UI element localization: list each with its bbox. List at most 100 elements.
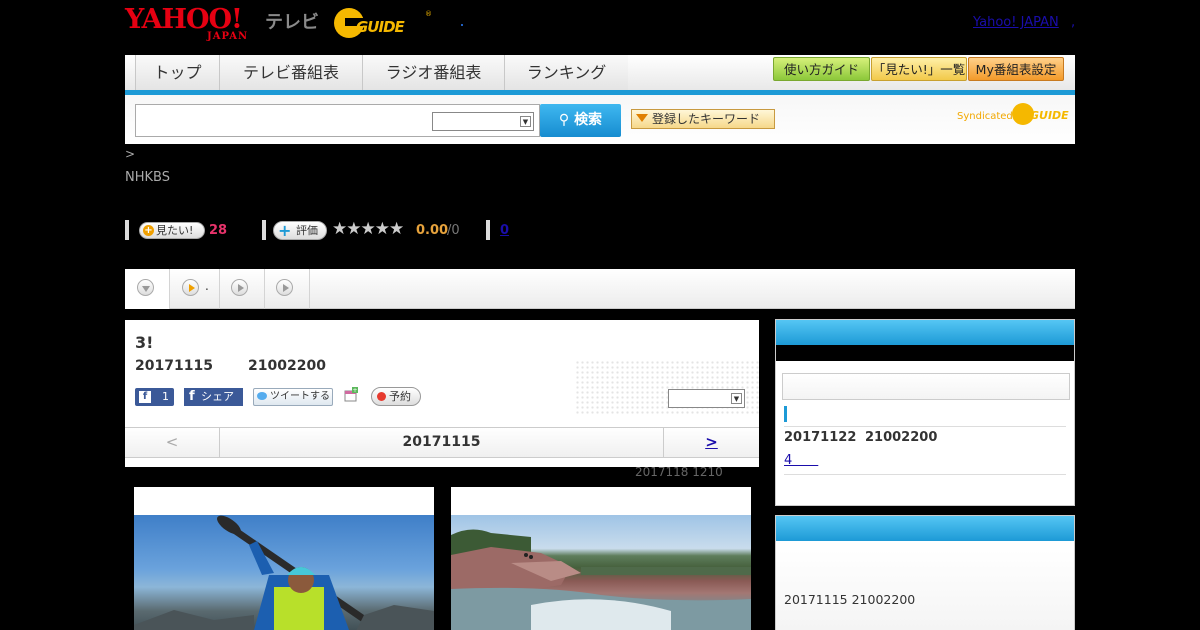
search-scope-select[interactable]: ▼: [432, 112, 534, 131]
current-date: 20171115: [402, 434, 481, 450]
kayaker-illustration: [134, 515, 434, 630]
divider: [125, 220, 129, 240]
program-photo-2[interactable]: [451, 487, 751, 630]
tweet-button[interactable]: ツイートする: [253, 388, 333, 406]
syndicated-label: Syndicated: [957, 111, 1013, 122]
my-listings-settings-button[interactable]: My番組表設定: [968, 57, 1064, 81]
reserve-label: 予約: [389, 390, 411, 403]
facebook-like-button[interactable]: f 1: [135, 388, 174, 406]
nav-tab-label: トップ: [153, 63, 202, 82]
sidebar-box-header: [776, 320, 1074, 345]
registered-keyword-button[interactable]: 登録したキーワード: [631, 109, 775, 129]
nav-tab-radio-listings[interactable]: ラジオ番組表: [362, 55, 504, 90]
review-count-link[interactable]: 0: [500, 223, 509, 238]
nav-tab-ranking[interactable]: ランキング: [504, 55, 628, 90]
divider: [486, 220, 490, 240]
yahoo-japan-link[interactable]: Yahoo! JAPAN: [973, 15, 1059, 30]
gguide-logo[interactable]: GUIDE ®: [334, 8, 434, 40]
schedule-text: 20171115 21002200: [784, 592, 916, 607]
yahoo-logo-text: YAHOO!: [125, 4, 243, 35]
breadcrumb[interactable]: >: [125, 147, 135, 161]
rebroadcast-date: 20171122: [784, 430, 857, 445]
like-count: 1: [162, 390, 169, 403]
sidebar-schedule-box: 20171115 21002200: [775, 515, 1075, 630]
subtab-item-3[interactable]: [220, 269, 265, 309]
chevron-down-icon: ▼: [520, 116, 531, 127]
keyword-button-label: 登録したキーワード: [652, 112, 761, 126]
chevron-down-icon: [137, 279, 154, 296]
sidebar-related-box: 20171122 21002200 4: [775, 319, 1075, 506]
header-link-separator: ,: [1071, 15, 1076, 30]
sidebar-box-header: [776, 516, 1074, 541]
program-action-select[interactable]: ▼: [668, 389, 745, 408]
next-day-link[interactable]: >: [663, 428, 759, 457]
program-date: 20171115: [135, 358, 213, 374]
facebook-icon: f: [139, 391, 151, 403]
subtab-item-4[interactable]: [265, 269, 310, 309]
gguide-registered-mark: ®: [425, 10, 432, 18]
subtab-detail[interactable]: [125, 269, 170, 309]
rating-count: /0: [447, 223, 460, 238]
reserve-button[interactable]: 予約: [371, 387, 421, 406]
program-photo-1[interactable]: [134, 487, 434, 630]
syndicated-logo-text: GUIDE: [1030, 109, 1069, 122]
play-icon: [231, 279, 248, 296]
global-nav: トップ テレビ番組表 ラジオ番組表 ランキング 使い方ガイド 「見たい!」一覧 …: [125, 55, 1075, 95]
play-icon: [276, 279, 293, 296]
usage-guide-button[interactable]: 使い方ガイド: [773, 57, 870, 81]
gguide-logo-text: GUIDE: [356, 18, 405, 36]
twitter-bird-icon: [257, 392, 267, 400]
tv-logo-text[interactable]: テレビ: [265, 8, 319, 34]
river-illustration: [451, 529, 751, 630]
previous-day-link[interactable]: <: [125, 428, 220, 457]
wish-list-button[interactable]: 「見たい!」一覧: [871, 57, 967, 81]
search-button-label: 検索: [574, 112, 603, 128]
arrow-down-icon: [636, 114, 648, 122]
header-dot: [461, 24, 463, 26]
svg-text:+: +: [352, 387, 357, 394]
facebook-share-button[interactable]: f シェア: [184, 388, 243, 406]
sub-tab-strip: .: [125, 269, 1075, 309]
share-label: シェア: [201, 390, 234, 403]
search-area: ▼ ⚲ 検索 登録したキーワード Syndicated GUIDE: [125, 95, 1075, 144]
yahoo-japan-logo[interactable]: YAHOO! JAPAN: [125, 4, 262, 43]
tweet-label: ツイートする: [270, 391, 330, 402]
japan-logo-text: JAPAN: [207, 31, 249, 42]
calendar-add-icon[interactable]: +: [343, 387, 359, 403]
program-detail-panel: 3! 20171115 21002200 f 1 f シェア ツイートする + …: [125, 320, 759, 467]
nav-tab-label: ランキング: [526, 63, 607, 82]
syndicated-gguide-logo: GUIDE: [1012, 103, 1069, 127]
subtab-label: .: [205, 279, 209, 293]
divider: [262, 220, 266, 240]
nav-tab-tv-listings[interactable]: テレビ番組表: [219, 55, 362, 90]
play-icon: [182, 279, 199, 296]
sidebar-input-box[interactable]: [782, 373, 1070, 400]
wish-button-label: 見たい!: [156, 224, 194, 237]
nav-tab-top[interactable]: トップ: [135, 55, 219, 90]
rebroadcast-link[interactable]: 4: [784, 449, 818, 468]
rate-button[interactable]: + 評価: [273, 221, 327, 240]
section-marker: [784, 406, 787, 422]
wish-button[interactable]: + 見たい!: [139, 222, 205, 239]
divider: [784, 474, 1066, 475]
rate-button-label: 評価: [296, 224, 318, 237]
sidebar-box-subheader: [776, 345, 1074, 361]
record-dot-icon: [377, 392, 386, 401]
nav-tab-label: テレビ番組表: [242, 63, 339, 82]
plus-icon: +: [143, 225, 154, 236]
search-button[interactable]: ⚲ 検索: [540, 104, 621, 137]
star-rating-icons: ★★★★★: [332, 219, 404, 239]
kayaker-image: [134, 515, 434, 630]
river-rapids-image: [451, 515, 751, 630]
search-icon: ⚲: [558, 112, 570, 128]
chevron-down-icon: ▼: [731, 393, 742, 404]
program-title: 3!: [135, 333, 154, 352]
divider: [784, 426, 1066, 427]
subtab-video[interactable]: .: [170, 269, 220, 309]
facebook-icon: f: [189, 389, 195, 404]
program-time: 21002200: [248, 358, 326, 374]
updated-timestamp: 2017118 1210: [635, 465, 723, 479]
rating-value: 0.00: [416, 223, 449, 238]
nav-tab-label: ラジオ番組表: [385, 63, 482, 82]
plus-icon: +: [278, 221, 292, 240]
